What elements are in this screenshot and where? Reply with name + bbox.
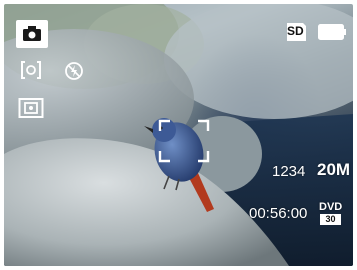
sd-card-icon: SD: [284, 21, 308, 43]
battery-full-icon: [318, 23, 348, 41]
shot-count: 1234: [272, 163, 306, 180]
quality-badge-top: DVD: [319, 201, 343, 213]
quality-badge-bottom: 30: [320, 214, 341, 225]
focus-frame-icon: [158, 119, 210, 163]
camera-viewfinder: SD 1234 20M 00:56:00 DVD 30: [4, 4, 353, 266]
camera-mode-icon[interactable]: [16, 20, 48, 48]
resolution-indicator: 20M: [317, 160, 351, 179]
record-time: 00:56:00: [249, 205, 308, 222]
af-area-icon[interactable]: [19, 59, 43, 81]
metering-icon[interactable]: [18, 97, 44, 119]
video-quality-badge: DVD 30: [318, 201, 344, 227]
sd-label: SD: [287, 24, 304, 38]
flash-off-icon[interactable]: [64, 61, 84, 81]
